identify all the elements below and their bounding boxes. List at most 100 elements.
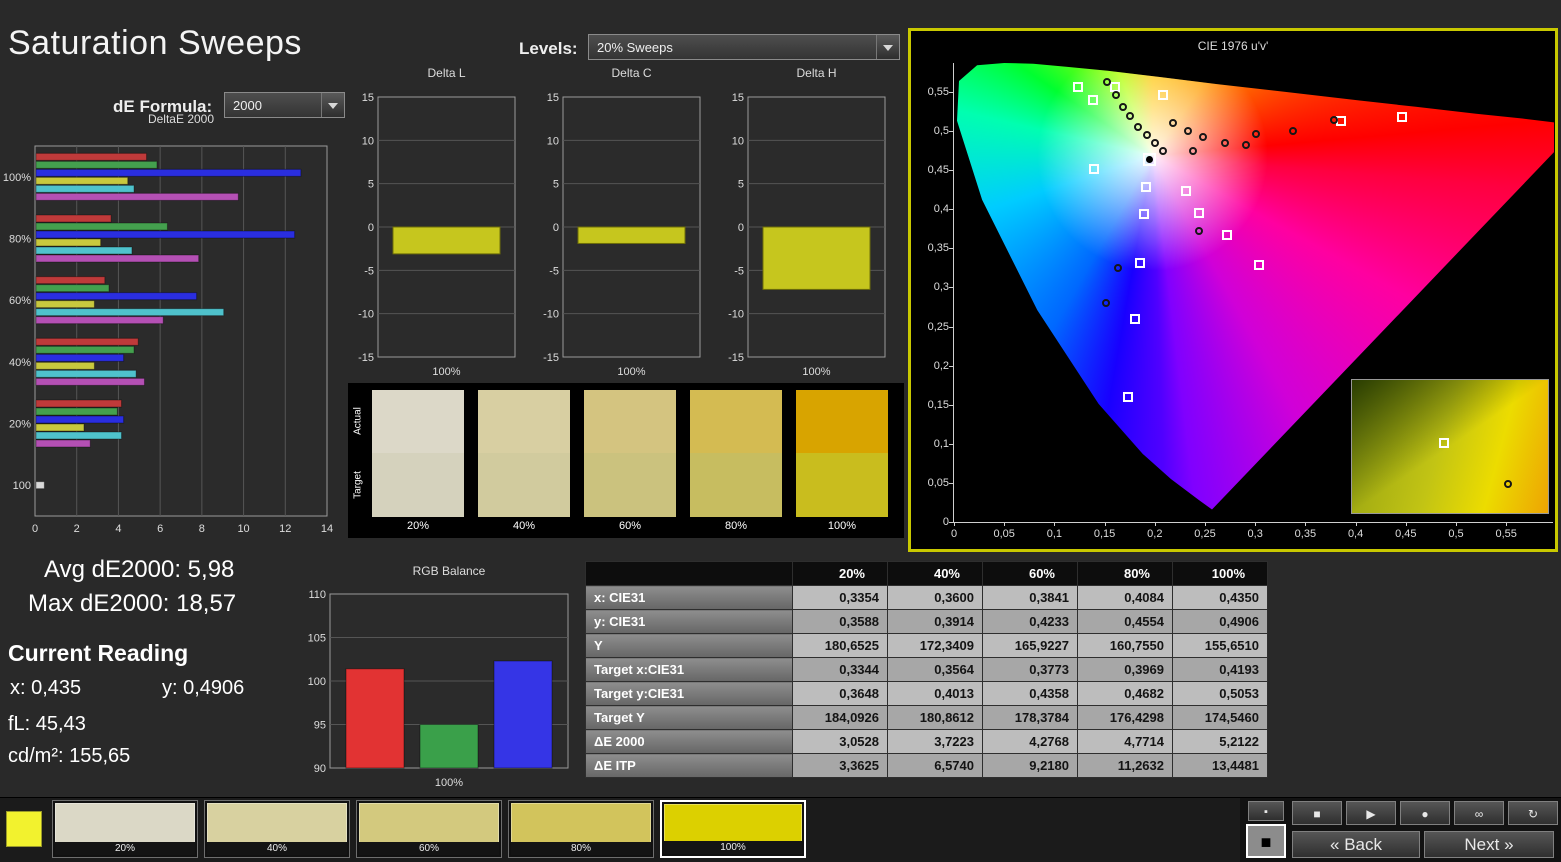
table-header-cell: 40%	[887, 561, 983, 586]
table-cell: 0,3648	[792, 681, 888, 706]
cie-y-tick	[949, 287, 953, 289]
table-cell: 160,7550	[1077, 633, 1173, 658]
svg-text:10: 10	[237, 523, 249, 535]
de-formula-dropdown-value: 2000	[233, 98, 262, 113]
cie-x-tick-label: 0,1	[1046, 528, 1063, 540]
actual-swatch	[584, 390, 676, 453]
cie-y-tick-label: 0,5	[933, 125, 949, 137]
table-cell: 0,4358	[982, 681, 1078, 706]
next-button-label: Next	[1464, 835, 1500, 854]
levels-dropdown[interactable]: 20% Sweeps	[588, 34, 900, 60]
table-cell: 180,6525	[792, 633, 888, 658]
table-cell: 165,9227	[982, 633, 1078, 658]
level-patch-button[interactable]: 40%	[204, 800, 350, 858]
table-row: y: CIE31 0,3588 0,3914 0,4233 0,4554 0,4906	[585, 609, 1268, 634]
cie-x-tick-label: 0,05	[993, 528, 1015, 540]
level-patch-button[interactable]: 60%	[356, 800, 502, 858]
transport-panel: ▪ ■ ■ ▶ ● ∞ ↻ « Back Next »	[1240, 798, 1561, 862]
table-row: Target y:CIE31 0,3648 0,4013 0,4358 0,4682 0,…	[585, 681, 1268, 706]
current-point	[1142, 153, 1156, 167]
stop-button[interactable]: ■	[1292, 801, 1342, 825]
measured-point	[1111, 91, 1120, 100]
patch-label: 60%	[359, 842, 499, 855]
cie-y-tick-label: 0,2	[933, 359, 949, 372]
svg-text:110: 110	[308, 589, 326, 601]
cie-y-tick	[949, 209, 953, 211]
svg-text:5: 5	[368, 179, 374, 191]
cie-x-tick-label: 0,3	[1247, 528, 1263, 540]
cie-y-tick	[949, 131, 953, 132]
loop-button[interactable]: ∞	[1454, 801, 1504, 825]
actual-swatch	[478, 390, 570, 453]
target-point	[1138, 208, 1149, 219]
svg-text:100%: 100%	[435, 777, 463, 789]
cie-y-tick-label: 0,35	[927, 242, 949, 255]
measured-point	[1125, 112, 1134, 121]
measured-point	[1101, 299, 1110, 308]
level-patch-button[interactable]: 80%	[508, 800, 654, 858]
cie-y-tick-label: 0,4	[933, 203, 949, 216]
measured-point	[1221, 138, 1230, 147]
table-cell: 3,0528	[792, 729, 888, 754]
svg-text:100%: 100%	[617, 366, 645, 378]
cie-y-tick	[949, 522, 953, 523]
svg-text:-5: -5	[549, 265, 559, 277]
table-header-cell: 60%	[982, 561, 1078, 586]
target-point	[1180, 186, 1191, 197]
measurement-table: 20% 40% 60% 80% 100% x: CIE31 0,3354 0,3600 0,38…	[585, 561, 1268, 778]
back-button-label: Back	[1344, 835, 1382, 854]
delta-h-chart: 15 10 5 0 -5 -10 -15 100%	[718, 82, 888, 384]
page-title: Saturation Sweeps	[8, 24, 302, 62]
table-header-cell: 20%	[792, 561, 888, 586]
delta_l-svg: 15 10 5 0 -5 -10 -15 100%	[358, 92, 516, 378]
refresh-button[interactable]: ↻	[1508, 801, 1558, 825]
svg-text:-5: -5	[364, 265, 374, 277]
table-cell: 0,3344	[792, 657, 888, 682]
patch-label: 80%	[511, 842, 651, 855]
svg-text:0: 0	[32, 523, 38, 535]
rgb-balance-chart: 110 105 100 95 90 100%	[300, 578, 586, 794]
svg-text:0: 0	[738, 222, 744, 234]
level-patch-button[interactable]: 100%	[660, 800, 806, 858]
table-row-label: Target x:CIE31	[585, 657, 793, 682]
table-cell: 11,2632	[1077, 753, 1173, 778]
back-button[interactable]: « Back	[1292, 831, 1420, 858]
target-point	[1134, 258, 1145, 269]
level-patch-button[interactable]: 20%	[52, 800, 198, 858]
play-button[interactable]: ▶	[1346, 801, 1396, 825]
target-point	[1254, 259, 1265, 270]
table-cell: 0,3564	[887, 657, 983, 682]
table-cell: 6,5740	[887, 753, 983, 778]
patch-label: 100%	[664, 841, 802, 854]
table-cell: 0,4233	[982, 609, 1078, 634]
svg-text:10: 10	[547, 135, 559, 147]
table-row: Target x:CIE31 0,3344 0,3564 0,3773 0,3969 0,…	[585, 657, 1268, 682]
avg-de2000: Avg dE2000: 5,98	[44, 556, 235, 583]
table-row-label: ΔE ITP	[585, 753, 793, 778]
cie-x-tick	[1506, 522, 1508, 526]
target-point	[1193, 208, 1204, 219]
levels-label: Levels:	[519, 39, 578, 58]
svg-text:100: 100	[308, 676, 326, 688]
cie-x-tick	[1305, 522, 1307, 526]
cie-y-tick-label: 0,45	[927, 164, 949, 177]
delta-l-title: Delta L	[427, 66, 466, 80]
table-cell: 0,4554	[1077, 609, 1173, 634]
cie-y-tick-label: 0,05	[927, 476, 949, 489]
table-header-cell: 100%	[1172, 561, 1268, 586]
inset-target-point	[1439, 438, 1449, 448]
next-button[interactable]: Next »	[1424, 831, 1554, 858]
cie-x-tick	[1205, 522, 1206, 526]
table-cell: 3,3625	[792, 753, 888, 778]
cie-x-tick	[1104, 522, 1106, 526]
swatch-columns: 20% 40% 60% 80% 100%	[348, 383, 904, 538]
svg-text:15: 15	[732, 92, 744, 104]
measured-point	[1102, 77, 1111, 86]
record-button[interactable]: ●	[1400, 801, 1450, 825]
cie-x-tick-label: 0,25	[1194, 528, 1216, 540]
table-cell: 3,7223	[887, 729, 983, 754]
target-point	[1087, 94, 1098, 105]
svg-text:-15: -15	[728, 352, 744, 364]
swatch-label: 40%	[512, 520, 536, 532]
svg-text:-5: -5	[734, 265, 744, 277]
